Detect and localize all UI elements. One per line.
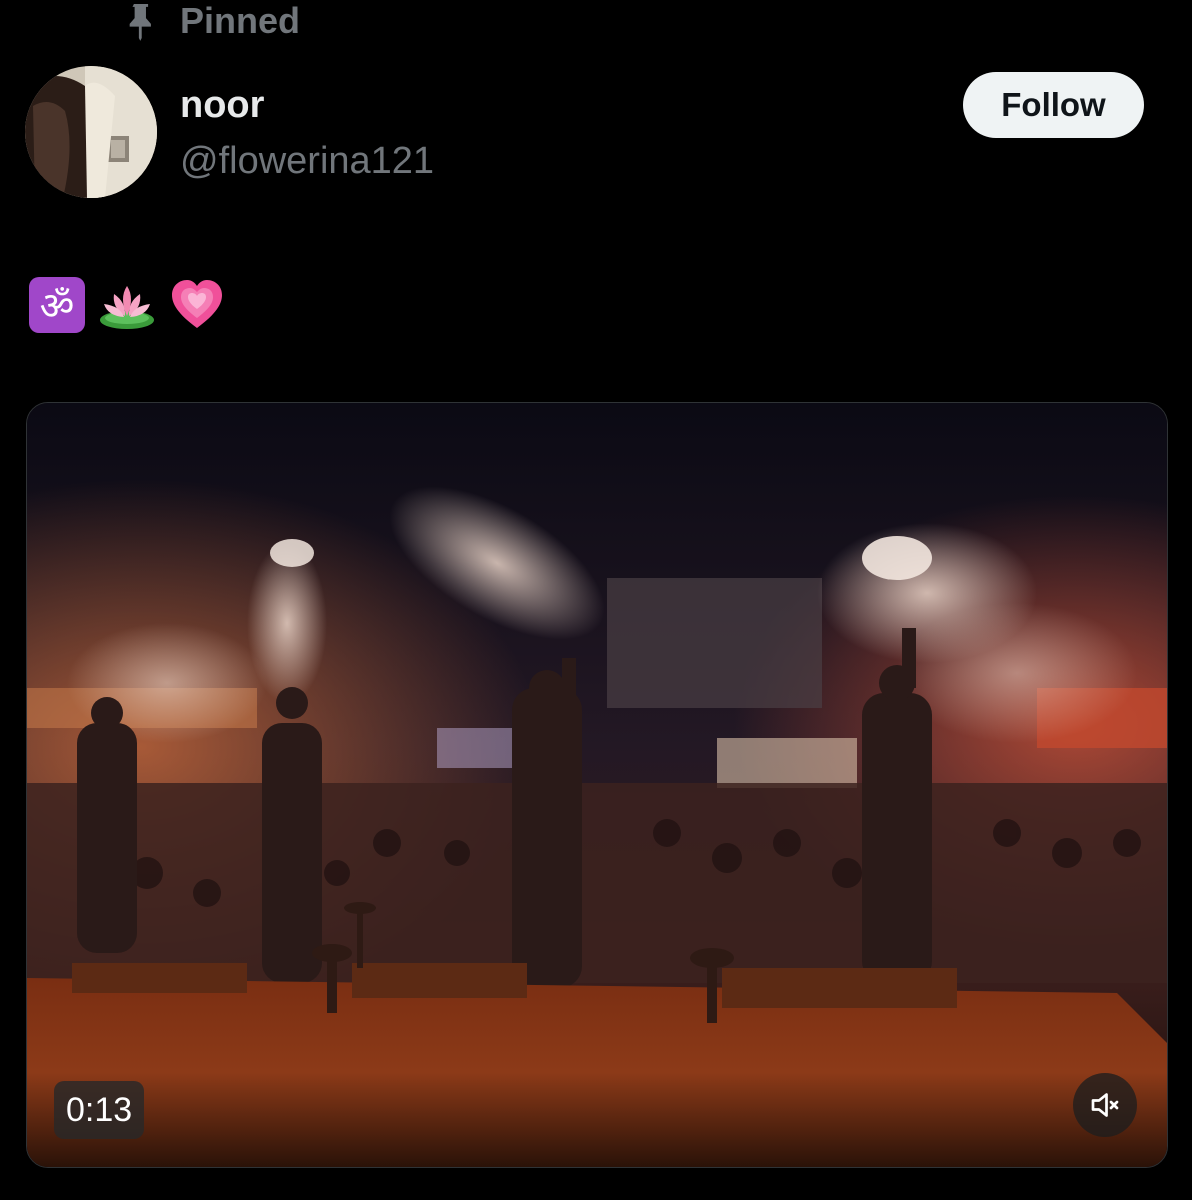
mute-button[interactable] <box>1073 1073 1137 1137</box>
pinned-indicator: Pinned <box>124 0 300 42</box>
avatar[interactable] <box>25 66 157 198</box>
video-player[interactable]: 0:13 <box>26 402 1168 1168</box>
growing-heart-icon <box>172 280 222 328</box>
pinned-label: Pinned <box>180 0 301 41</box>
video-timestamp: 0:13 <box>54 1081 145 1139</box>
om-symbol-icon: ॐ <box>29 277 85 333</box>
follow-button[interactable]: Follow <box>963 72 1144 138</box>
user-handle[interactable]: @flowerina121 <box>180 140 434 183</box>
speaker-muted-icon <box>1091 1093 1119 1117</box>
avatar-image <box>25 66 157 198</box>
post-text: ॐ <box>28 276 226 334</box>
lotus-icon <box>100 286 154 329</box>
pin-icon <box>129 4 151 41</box>
display-name[interactable]: noor <box>180 84 264 127</box>
video-frame <box>27 403 1167 1167</box>
svg-text:ॐ: ॐ <box>40 284 75 328</box>
